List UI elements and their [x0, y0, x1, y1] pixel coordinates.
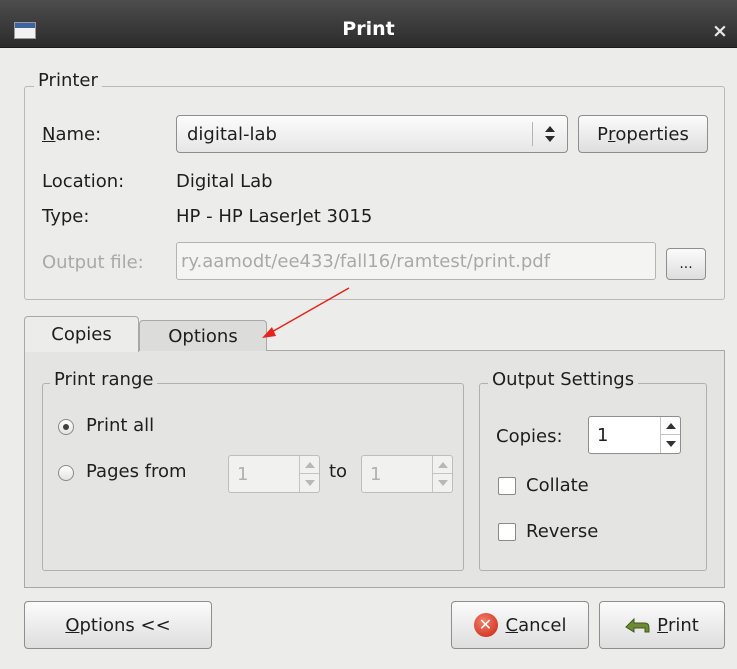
spin-down-icon: [304, 479, 315, 486]
to-page-spinner: 1: [361, 455, 453, 493]
print-button[interactable]: Print: [599, 601, 725, 649]
copies-label: Copies:: [496, 426, 563, 447]
name-label: Name:: [42, 124, 102, 145]
type-label: Type:: [42, 206, 90, 227]
copies-up[interactable]: [661, 417, 680, 435]
printer-frame-label: Printer: [34, 70, 102, 91]
window-title: Print: [342, 18, 395, 40]
output-settings-label: Output Settings: [488, 369, 639, 390]
pages-from-label[interactable]: Pages from: [86, 461, 187, 482]
output-file-label: Output file:: [42, 252, 144, 273]
location-value: Digital Lab: [176, 171, 273, 192]
spin-down-icon: [665, 440, 676, 447]
tab-options[interactable]: Options: [139, 320, 267, 351]
title-bar: Print ×: [0, 0, 737, 48]
copies-down[interactable]: [661, 435, 680, 453]
to-label: to: [329, 461, 348, 482]
location-label: Location:: [42, 171, 125, 192]
close-icon[interactable]: ×: [711, 20, 729, 42]
printer-name-value: digital-lab: [187, 124, 277, 145]
tab-copies[interactable]: Copies: [24, 316, 139, 352]
output-file-field: ry.aamodt/ee433/fall16/ramtest/print.pdf: [176, 242, 656, 280]
spin-up-icon: [304, 462, 315, 468]
browse-button: ...: [666, 248, 706, 280]
collate-checkbox[interactable]: [498, 477, 516, 495]
pages-from-radio[interactable]: [58, 465, 74, 481]
print-all-label[interactable]: Print all: [86, 415, 154, 436]
from-page-spinner: 1: [228, 455, 320, 493]
print-all-radio[interactable]: [58, 419, 74, 435]
spin-down-icon: [437, 479, 448, 486]
printer-name-combo[interactable]: digital-lab: [176, 115, 568, 153]
cancel-button[interactable]: ✕ Cancel: [451, 601, 589, 649]
spin-up-icon: [665, 423, 676, 429]
combo-updown-icon: [545, 126, 555, 142]
cancel-icon: ✕: [473, 613, 498, 637]
print-range-label: Print range: [50, 369, 158, 390]
properties-button[interactable]: Pr operties: [578, 115, 708, 153]
reverse-label[interactable]: Reverse: [526, 521, 598, 542]
copies-spinner[interactable]: 1: [588, 416, 681, 454]
collate-label[interactable]: Collate: [526, 475, 589, 496]
spin-up-icon: [437, 462, 448, 468]
copies-value[interactable]: 1: [597, 425, 608, 446]
options-toggle-button[interactable]: Options <<: [24, 601, 212, 649]
print-arrow-icon: [625, 617, 650, 633]
type-value: HP - HP LaserJet 3015: [176, 206, 373, 227]
reverse-checkbox[interactable]: [498, 523, 516, 541]
